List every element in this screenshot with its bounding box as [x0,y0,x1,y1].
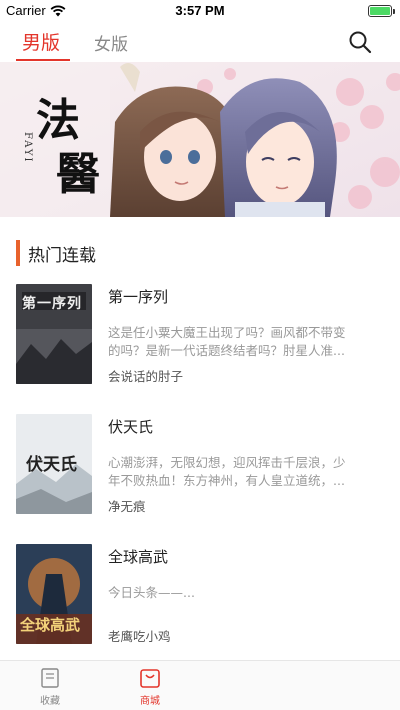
tab-bookshelf[interactable]: 收藏 [20,667,80,707]
top-nav: 男版 女版 [0,22,400,62]
book-cover[interactable]: 伏天氏 [16,414,92,514]
book-cover-title: 第一序列 [22,296,82,312]
battery-level [370,7,390,15]
book-item[interactable]: 第一序列 第一序列 这是任小粟大魔王出现了吗？画风都不带变的吗？是新一代话题终结… [0,284,400,394]
book-cover[interactable]: 第一序列 [16,284,92,384]
section-header: 热门连载 [16,240,96,266]
battery-icon [368,5,395,17]
section-title: 热门连载 [28,245,96,266]
book-title: 伏天氏 [108,418,154,436]
status-bar: Carrier 3:57 PM [0,0,400,22]
banner-title-2: 醫 [56,149,100,200]
tab-bookshelf-label: 收藏 [40,696,60,707]
active-tab-indicator [16,59,70,61]
shop-bag-icon [140,669,160,688]
book-description: 这是任小粟大魔王出现了吗？画风都不带变的吗？是新一代话题终结者吗？肘星人准... [108,325,346,358]
book-author: 净无痕 [108,499,146,514]
status-time: 3:57 PM [175,3,225,18]
promo-banner[interactable]: 法 醫 FAYI [0,62,400,217]
tab-female[interactable]: 女版 [94,30,128,55]
search-icon[interactable] [348,30,372,54]
book-cover-title: 全球高武 [20,616,81,634]
tab-male[interactable]: 男版 [22,28,60,55]
book-cover[interactable]: 全球高武 [16,544,92,644]
book-item[interactable]: 伏天氏 伏天氏 心潮澎湃，无限幻想，迎风挥击千层浪，少年不败热血！东方神州，有人… [0,414,400,524]
book-author: 老鹰吃小鸡 [108,629,171,644]
book-title: 全球高武 [108,548,169,566]
book-cover-title: 伏天氏 [26,455,77,475]
tab-store[interactable]: 商城 [120,667,180,707]
book-description: 心潮澎湃，无限幻想，迎风挥击千层浪，少年不败热血！东方神州，有人皇立道统，... [108,455,346,488]
book-description: 今日头条——... [108,585,195,600]
tab-store-label: 商城 [140,696,160,707]
book-item[interactable]: 全球高武 全球高武 今日头条——... 老鹰吃小鸡 [0,544,400,654]
bottom-tab-bar: 收藏 商城 [0,660,400,710]
book-title: 第一序列 [108,288,169,306]
book-author: 会说话的肘子 [108,369,184,384]
book-icon [41,668,59,688]
section-accent-bar [16,240,20,266]
banner-subtitle: FAYI [22,132,33,164]
